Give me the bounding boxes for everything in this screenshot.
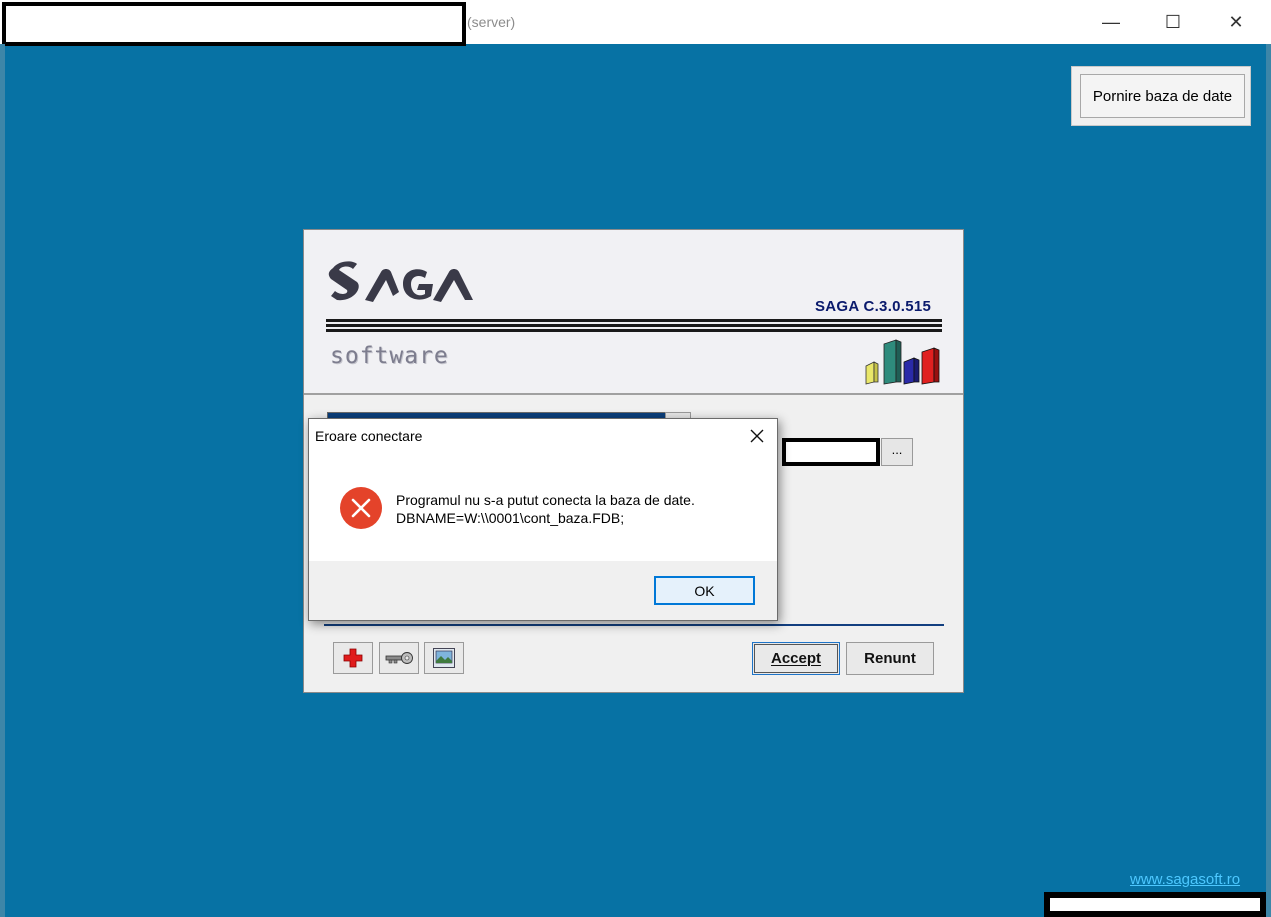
maximize-button[interactable]: ☐ bbox=[1142, 0, 1204, 44]
red-plus-icon bbox=[343, 648, 363, 668]
window-frame-left bbox=[0, 44, 5, 917]
minimize-icon: — bbox=[1102, 11, 1120, 32]
redacted-footer-text bbox=[1044, 892, 1266, 917]
cancel-button[interactable]: Renunt bbox=[846, 642, 934, 675]
error-message-line1: Programul nu s-a putut conecta la baza d… bbox=[396, 492, 695, 508]
image-button[interactable] bbox=[424, 642, 464, 674]
accept-label: Accept bbox=[770, 650, 822, 667]
close-window-button[interactable]: ✕ bbox=[1205, 0, 1267, 44]
maximize-icon: ☐ bbox=[1164, 11, 1182, 32]
software-label: software bbox=[330, 343, 449, 369]
renunt-label: Renunt bbox=[864, 650, 916, 667]
error-message-line2: DBNAME=W:\\0001\cont_baza.FDB; bbox=[396, 510, 625, 526]
header-decorative-lines bbox=[326, 319, 942, 334]
redacted-window-title bbox=[2, 2, 466, 46]
minimize-button[interactable]: — bbox=[1080, 0, 1142, 44]
website-link[interactable]: www.sagasoft.ro bbox=[1130, 871, 1240, 888]
window-title-suffix: (server) bbox=[467, 14, 516, 30]
add-button[interactable] bbox=[333, 642, 373, 674]
error-message: Programul nu s-a putut conecta la baza d… bbox=[396, 491, 695, 527]
app-version: SAGA C.3.0.515 bbox=[815, 298, 932, 315]
key-icon bbox=[385, 652, 413, 664]
redacted-path-field[interactable] bbox=[782, 438, 880, 466]
picture-icon bbox=[433, 648, 455, 668]
browse-button[interactable]: ... bbox=[881, 438, 913, 466]
bar-chart-logo-icon bbox=[865, 339, 940, 385]
saga-logo-icon bbox=[328, 261, 473, 302]
error-dialog-close-button[interactable] bbox=[742, 421, 772, 451]
error-icon bbox=[340, 487, 382, 529]
bottom-separator bbox=[324, 624, 944, 626]
key-button[interactable] bbox=[379, 642, 419, 674]
window-frame-right bbox=[1266, 44, 1271, 917]
header-separator bbox=[304, 393, 963, 395]
ok-button[interactable]: OK bbox=[654, 576, 755, 605]
error-dialog-title: Eroare conectare bbox=[315, 428, 423, 444]
close-icon: ✕ bbox=[1228, 11, 1244, 32]
close-icon bbox=[750, 429, 764, 443]
start-database-button[interactable]: Pornire baza de date bbox=[1080, 74, 1245, 118]
accept-button[interactable]: Accept bbox=[752, 642, 840, 675]
